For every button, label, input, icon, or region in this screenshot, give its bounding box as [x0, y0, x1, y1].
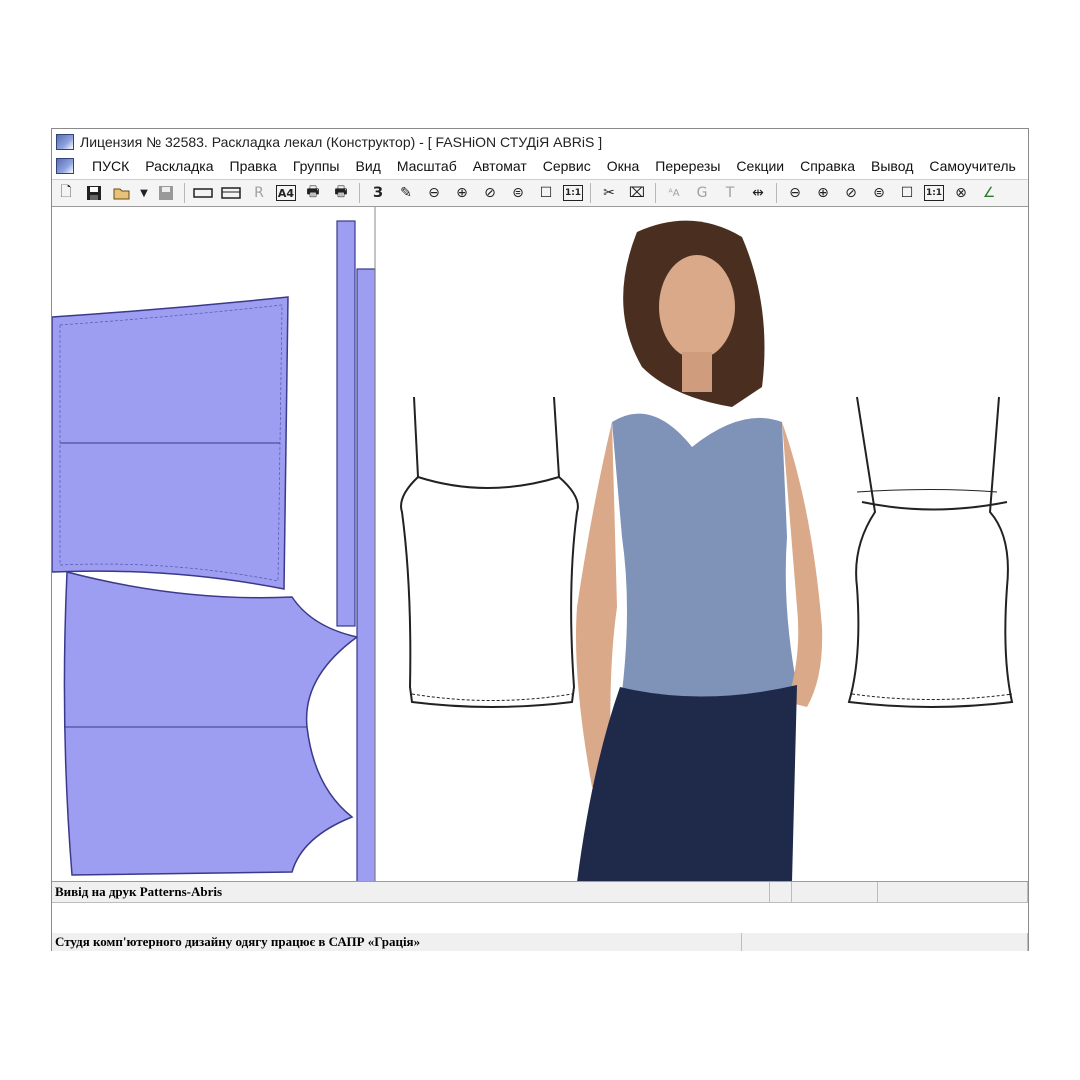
window-title: Лицензия № 32583. Раскладка лекал (Конст…	[80, 133, 603, 150]
menu-bar: ПУСК Раскладка Правка Группы Вид Масштаб…	[52, 154, 1028, 178]
menu-output[interactable]: Вывод	[863, 158, 921, 174]
pattern-strap-1	[336, 220, 356, 627]
three-icon[interactable]: З	[367, 182, 389, 204]
print-preview-icon[interactable]: 🖶	[330, 182, 352, 204]
new-file-icon[interactable]: 🗋	[55, 182, 77, 204]
print-icon[interactable]: 🖶	[302, 182, 324, 204]
menu-sections[interactable]: Секции	[728, 158, 792, 174]
fit-page-icon[interactable]: ☐	[535, 182, 557, 204]
menu-help[interactable]: Справка	[792, 158, 863, 174]
zoom-window-icon-2[interactable]: ⊘	[840, 182, 862, 204]
menu-start[interactable]: ПУСК	[84, 158, 137, 174]
toolbar-separator	[655, 183, 656, 203]
title-bar: Лицензия № 32583. Раскладка лекал (Конст…	[52, 129, 1028, 155]
angle-icon[interactable]: ∠	[978, 182, 1000, 204]
zoom-in-icon-2[interactable]: ⊕	[812, 182, 834, 204]
t-icon[interactable]: T	[719, 182, 741, 204]
one-to-one-icon-2[interactable]: 1:1	[924, 185, 944, 201]
menu-groups[interactable]: Группы	[285, 158, 348, 174]
scissors-icon[interactable]: ✂	[598, 182, 620, 204]
status-bar-top: Вивід на друк Patterns-Abris	[52, 881, 1028, 902]
zoom-window-icon[interactable]: ⊘	[479, 182, 501, 204]
status-cell	[792, 882, 878, 902]
toolbar-separator	[359, 183, 360, 203]
model-photo	[576, 220, 823, 882]
width-icon[interactable]: ⇹	[747, 182, 769, 204]
cancel-zoom-icon[interactable]: ⊗	[950, 182, 972, 204]
zoom-prev-icon-2[interactable]: ⊜	[868, 182, 890, 204]
status-cell	[878, 882, 1028, 902]
menu-windows[interactable]: Окна	[599, 158, 648, 174]
toolbar-separator	[590, 183, 591, 203]
g-icon[interactable]: G	[691, 182, 713, 204]
fit-page-icon-2[interactable]: ☐	[896, 182, 918, 204]
menu-layout[interactable]: Раскладка	[137, 158, 221, 174]
pattern-piece-front	[63, 571, 359, 876]
save-icon[interactable]	[83, 182, 105, 204]
menu-cuts[interactable]: Перерезы	[647, 158, 728, 174]
status-cell	[742, 933, 1028, 951]
status-cell	[770, 882, 792, 902]
menu-scale[interactable]: Масштаб	[389, 158, 465, 174]
toolbar-separator	[184, 183, 185, 203]
menu-service[interactable]: Сервис	[535, 158, 599, 174]
status-message: Вивід на друк Patterns-Abris	[52, 882, 770, 902]
disk-icon[interactable]	[155, 182, 177, 204]
layout-icon[interactable]	[192, 182, 214, 204]
zoom-in-icon[interactable]: ⊕	[451, 182, 473, 204]
status-bar-bottom: Студя комп'ютерного дизайну одягу працює…	[52, 933, 1028, 951]
flat-sketch-front	[400, 396, 579, 708]
r-icon[interactable]: R	[248, 182, 270, 204]
app-window: Лицензия № 32583. Раскладка лекал (Конст…	[51, 128, 1029, 951]
command-line[interactable]	[52, 902, 1028, 934]
menu-tutorial[interactable]: Самоучитель	[921, 158, 1023, 174]
dropdown-arrow-icon[interactable]: ▼	[139, 182, 149, 204]
one-to-one-icon[interactable]: 1:1	[563, 185, 583, 201]
text-tool-icon[interactable]: ᴬA	[663, 182, 685, 204]
canvas-drawing	[52, 207, 1014, 882]
layout-canvas[interactable]	[52, 207, 1028, 882]
zoom-prev-icon[interactable]: ⊜	[507, 182, 529, 204]
cut-piece-icon[interactable]: ⌧	[626, 182, 648, 204]
app-logo-icon	[56, 133, 74, 150]
toolbar: 🗋 ▼ R A4 🖶 🖶 З ✎ ⊖ ⊕ ⊘ ⊜ ☐ 1:1 ✂ ⌧ ᴬA G …	[52, 179, 1028, 207]
pattern-strap-2	[356, 268, 376, 882]
menu-app-icon[interactable]	[56, 158, 74, 174]
pen-icon[interactable]: ✎	[395, 182, 417, 204]
a4-icon[interactable]: A4	[276, 185, 296, 201]
layout-frame-icon[interactable]	[220, 182, 242, 204]
menu-view[interactable]: Вид	[347, 158, 388, 174]
zoom-out-icon[interactable]: ⊖	[423, 182, 445, 204]
toolbar-separator	[776, 183, 777, 203]
menu-auto[interactable]: Автомат	[465, 158, 535, 174]
menu-edit[interactable]: Правка	[222, 158, 285, 174]
status-info: Студя комп'ютерного дизайну одягу працює…	[52, 933, 742, 951]
flat-sketch-back	[847, 396, 1014, 708]
zoom-out-icon-2[interactable]: ⊖	[784, 182, 806, 204]
open-folder-icon[interactable]	[111, 182, 133, 204]
